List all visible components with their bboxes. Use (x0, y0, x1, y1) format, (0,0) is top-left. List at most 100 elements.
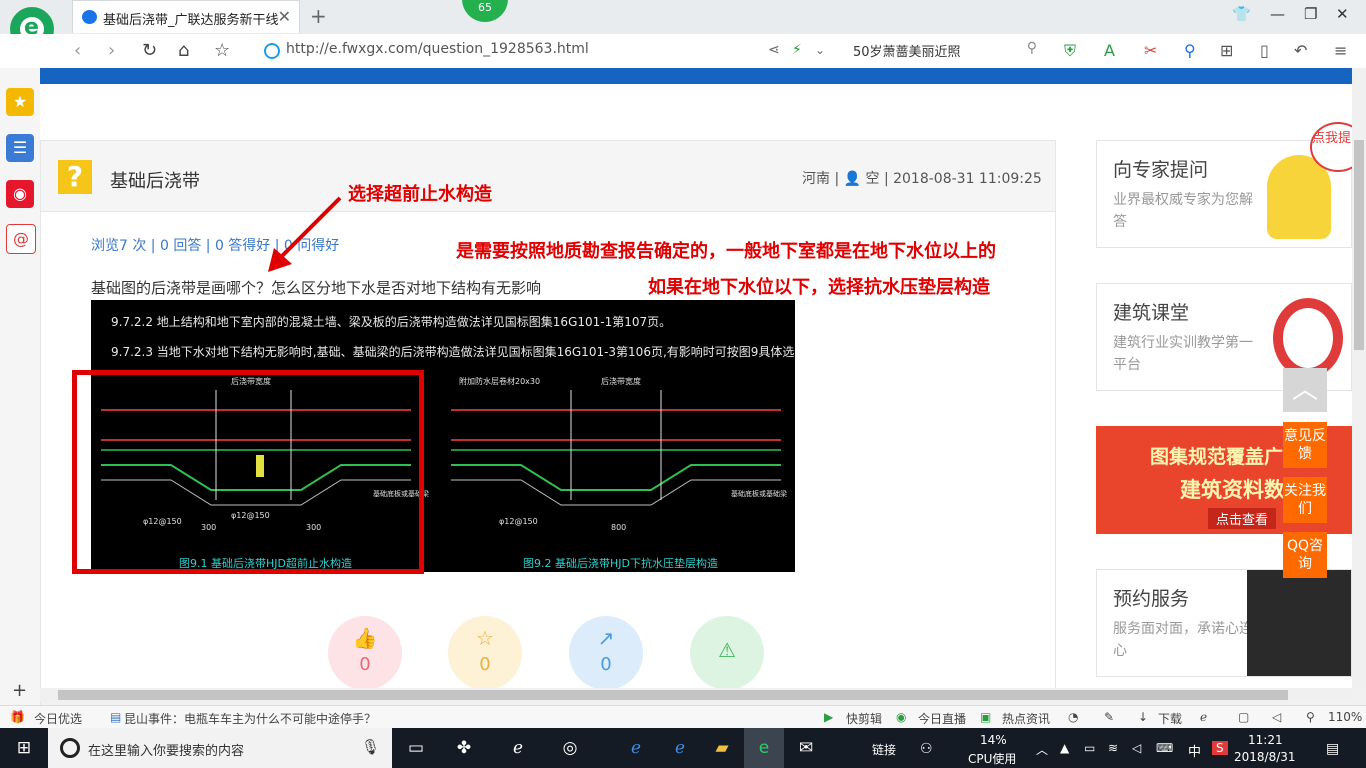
warning-icon: ⚠ (718, 638, 736, 662)
back-icon[interactable]: ‹ (74, 40, 81, 61)
sogou-icon[interactable]: S (1212, 741, 1228, 755)
weibo-icon[interactable]: ◉ (6, 180, 34, 208)
search-box[interactable]: 50岁萧蔷美丽近照 ⚲ (845, 39, 1045, 61)
follow-button[interactable]: 关注我们 (1283, 477, 1327, 523)
search-input[interactable]: 50岁萧蔷美丽近照 (853, 41, 961, 60)
link-toolbar[interactable]: 链接 (872, 741, 896, 758)
minimize-icon[interactable]: — (1270, 5, 1285, 23)
tab-close-icon[interactable]: ✕ (278, 7, 291, 26)
hot-news-link[interactable]: 热点资讯 (1002, 710, 1050, 727)
tab-title: 基础后浇带_广联达服务新干线 (103, 13, 279, 28)
edge-icon[interactable]: ℯ (624, 736, 648, 760)
restore-icon[interactable]: ❐ (1304, 5, 1317, 23)
qq-consult-button[interactable]: QQ咨询 (1283, 532, 1327, 578)
hot-news-icon: ▣ (980, 710, 992, 724)
address-bar[interactable]: http://e.fwxgx.com/question_1928563.html (258, 39, 758, 61)
browser-sidebar (0, 68, 41, 705)
bookmark-star-icon[interactable]: ☆ (214, 40, 230, 61)
mute-icon[interactable]: ◁ (1272, 710, 1281, 724)
forward-icon[interactable]: › (108, 40, 115, 61)
zoom-level[interactable]: 110% (1328, 710, 1362, 724)
pin-icon[interactable]: ✎ (1104, 710, 1114, 724)
star-icon: ☆ (476, 626, 494, 650)
browser-task-icon: e (758, 738, 770, 758)
download-link[interactable]: 下载 (1158, 710, 1182, 727)
cad-figure-right: 附加防水层卷材20x30 后浇带宽度 φ12@150 800 基础底板或基础梁 … (451, 376, 787, 570)
folder-icon[interactable]: ▰ (710, 736, 734, 760)
volume-icon[interactable]: ◁ (1132, 741, 1141, 755)
task-view-icon[interactable]: ▭ (404, 736, 428, 760)
question-title: 基础后浇带 (110, 171, 200, 192)
chevron-down-icon[interactable]: ⌄ (815, 43, 825, 57)
window-icon[interactable]: ▢ (1238, 710, 1249, 724)
undo-icon[interactable]: ↶ (1294, 41, 1307, 60)
tablet-icon[interactable]: ▭ (1084, 741, 1095, 755)
cad-label-a2: 后浇带宽度 (601, 376, 641, 386)
banner-view-button[interactable]: 点击查看 (1208, 508, 1277, 529)
secure-icon (264, 43, 280, 59)
magnifier-tool-icon[interactable]: ⚲ (1184, 41, 1196, 60)
people-icon[interactable]: ⚇ (920, 741, 933, 757)
share-button[interactable]: ↗ 0 (569, 616, 643, 690)
new-tab-button[interactable]: + (310, 4, 327, 28)
keyboard-icon[interactable]: ⌨ (1156, 741, 1173, 755)
highlight-box (72, 370, 424, 574)
news-link[interactable]: 昆山事件：电瓶车车主为什么不可能中途停手？ (124, 710, 376, 727)
share-icon[interactable]: ⋖ (768, 42, 780, 58)
favorite-button[interactable]: ☆ 0 (448, 616, 522, 690)
site-header-bar (40, 68, 1352, 84)
clock-time[interactable]: 11:21 (1248, 733, 1283, 747)
windows-start-icon[interactable]: ⊞ (12, 736, 36, 760)
building-class-subtitle: 建筑行业实训教学第一平台 (1113, 335, 1253, 373)
ie-taskbar-icon[interactable]: ℯ (506, 736, 530, 760)
lightning-icon[interactable]: ⚡ (792, 42, 802, 58)
today-pick[interactable]: 今日优选 (34, 710, 82, 727)
back-to-top-icon[interactable]: ︿ (1283, 368, 1327, 412)
shield-icon[interactable]: ⛨ (1064, 41, 1076, 61)
shirt-skin-icon[interactable]: 👕 (1232, 5, 1251, 23)
like-button[interactable]: 👍 0 (328, 616, 402, 690)
live-link[interactable]: 今日直播 (918, 710, 966, 727)
address-url[interactable]: http://e.fwxgx.com/question_1928563.html (286, 41, 589, 57)
add-sidebar-icon[interactable]: + (12, 680, 27, 701)
report-button[interactable]: ⚠ (690, 616, 764, 690)
apps-grid-icon[interactable]: ⊞ (1220, 41, 1233, 60)
clock-date[interactable]: 2018/8/31 (1234, 750, 1296, 764)
notification-tray-icon[interactable]: ▲ (1060, 741, 1069, 755)
close-window-icon[interactable]: ✕ (1336, 5, 1349, 23)
microphone-icon[interactable]: 🎙 (361, 738, 380, 756)
home-icon[interactable]: ⌂ (178, 40, 189, 61)
search-icon[interactable]: ⚲ (1027, 40, 1037, 56)
taskbar-search[interactable]: 在这里输入你要搜索的内容 🎙 (48, 728, 392, 768)
list-icon[interactable]: ☰ (6, 134, 34, 162)
input-language[interactable]: 中 (1188, 741, 1201, 760)
menu-icon[interactable]: ≡ (1334, 41, 1347, 60)
fan-app-icon[interactable]: ✤ (452, 736, 476, 760)
wifi-icon[interactable]: ≋ (1108, 741, 1118, 755)
horizontal-scroll-thumb[interactable] (58, 690, 1288, 700)
scissors-icon[interactable]: ✂ (1144, 41, 1157, 60)
translate-icon[interactable]: A (1104, 41, 1115, 60)
email-icon[interactable]: @ (6, 224, 36, 254)
favorites-star-icon[interactable]: ★ (6, 88, 34, 116)
cad-line2: 9.7.2.3 当地下水对地下结构无影响时,基础、基础梁的后浇带构造做法详见国标… (111, 344, 795, 359)
tab-active[interactable]: 基础后浇带_广联达服务新干线 ✕ (72, 0, 300, 33)
speed-icon[interactable]: ◔ (1068, 710, 1078, 724)
vertical-scroll-thumb[interactable] (1354, 140, 1364, 350)
appointment-title: 预约服务 (1113, 588, 1190, 610)
swirl-app-icon[interactable]: ◎ (558, 736, 582, 760)
ie-mode-icon[interactable]: ℯ (1200, 710, 1207, 724)
mail-icon[interactable]: ✉ (794, 736, 818, 760)
appointment-subtitle: 服务面对面，承诺心连心 (1113, 621, 1253, 659)
favicon-icon (82, 10, 97, 24)
ie-icon[interactable]: ℯ (668, 736, 692, 760)
share-out-icon: ↗ (597, 626, 615, 650)
action-center-icon[interactable]: ▤ (1326, 741, 1339, 757)
show-hidden-icon[interactable]: ︿ (1036, 741, 1048, 758)
appointment-card[interactable]: 预约服务 服务面对面，承诺心连心 (1096, 569, 1352, 677)
feedback-button[interactable]: 意见反馈 (1283, 422, 1327, 468)
refresh-icon[interactable]: ↻ (142, 40, 157, 61)
phone-icon[interactable]: ▯ (1260, 41, 1269, 60)
quick-cut-link[interactable]: 快剪辑 (846, 710, 882, 727)
taskbar-search-placeholder[interactable]: 在这里输入你要搜索的内容 (88, 740, 244, 759)
